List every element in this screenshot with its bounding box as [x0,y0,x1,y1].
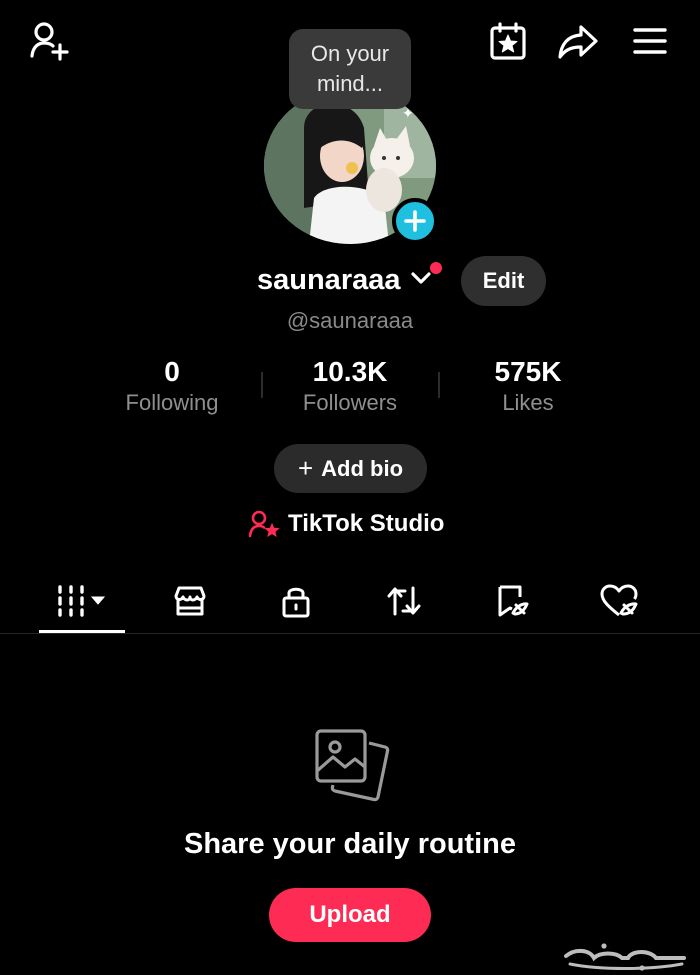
content-tabs [0,570,700,634]
tab-videos[interactable] [37,570,127,632]
tab-liked[interactable] [574,570,664,632]
add-bio-button[interactable]: + Add bio [274,444,427,493]
share-arrow-icon [558,25,598,59]
liked-heart-icon [600,584,638,617]
studio-person-star-icon [248,510,280,538]
svg-text:✦: ✦ [402,105,414,121]
stat-label: Likes [502,390,554,415]
stat-value: 0 [164,356,180,387]
edit-profile-button[interactable]: Edit [461,256,546,306]
favorites-bookmark-icon [498,585,529,617]
repost-icon [387,586,421,616]
username-row: saunaraaa [0,252,700,308]
note-bubble-text: On your mind... [310,41,390,96]
add-friend-button[interactable] [26,18,72,64]
grid-videos-icon [58,585,106,617]
note-bubble[interactable]: On your mind... [289,29,411,109]
stat-value: 575K [494,356,562,387]
haraj-watermark-logo [564,943,686,971]
shop-icon [174,586,206,616]
tiktok-studio-link[interactable]: TikTok Studio [248,508,444,540]
notification-dot [430,262,442,274]
tab-selected-indicator [39,630,125,633]
empty-state-title: Share your daily routine [184,828,516,860]
plus-icon: + [297,453,314,483]
lock-icon [282,587,310,618]
stat-label: Following [125,390,219,415]
display-name[interactable]: saunaraaa [257,264,401,297]
share-profile-button[interactable] [555,18,601,64]
stat-following[interactable]: 0 Following [84,354,260,416]
stat-label: Followers [302,390,398,415]
calendar-button[interactable] [485,18,531,64]
add-bio-label: Add bio [321,455,404,481]
hamburger-menu-icon [633,28,667,54]
person-plus-icon [30,22,69,61]
username-handle: @saunaraaa [286,308,414,333]
photos-stack-icon [315,729,390,802]
stat-value: 10.3K [312,356,388,387]
add-story-button[interactable] [392,198,438,244]
tab-favorites[interactable] [467,570,557,632]
tab-shop[interactable] [145,570,235,632]
stat-followers[interactable]: 10.3K Followers [262,354,438,416]
menu-button[interactable] [627,18,673,64]
plus-icon [404,210,426,232]
stat-likes[interactable]: 575K Likes [440,354,616,416]
tab-reposts[interactable] [359,570,449,632]
tab-private[interactable] [251,570,341,632]
calendar-star-icon [490,22,526,60]
tiktok-studio-label: TikTok Studio [288,510,445,537]
chevron-down-icon[interactable] [410,270,432,286]
upload-button[interactable]: Upload [269,888,431,942]
